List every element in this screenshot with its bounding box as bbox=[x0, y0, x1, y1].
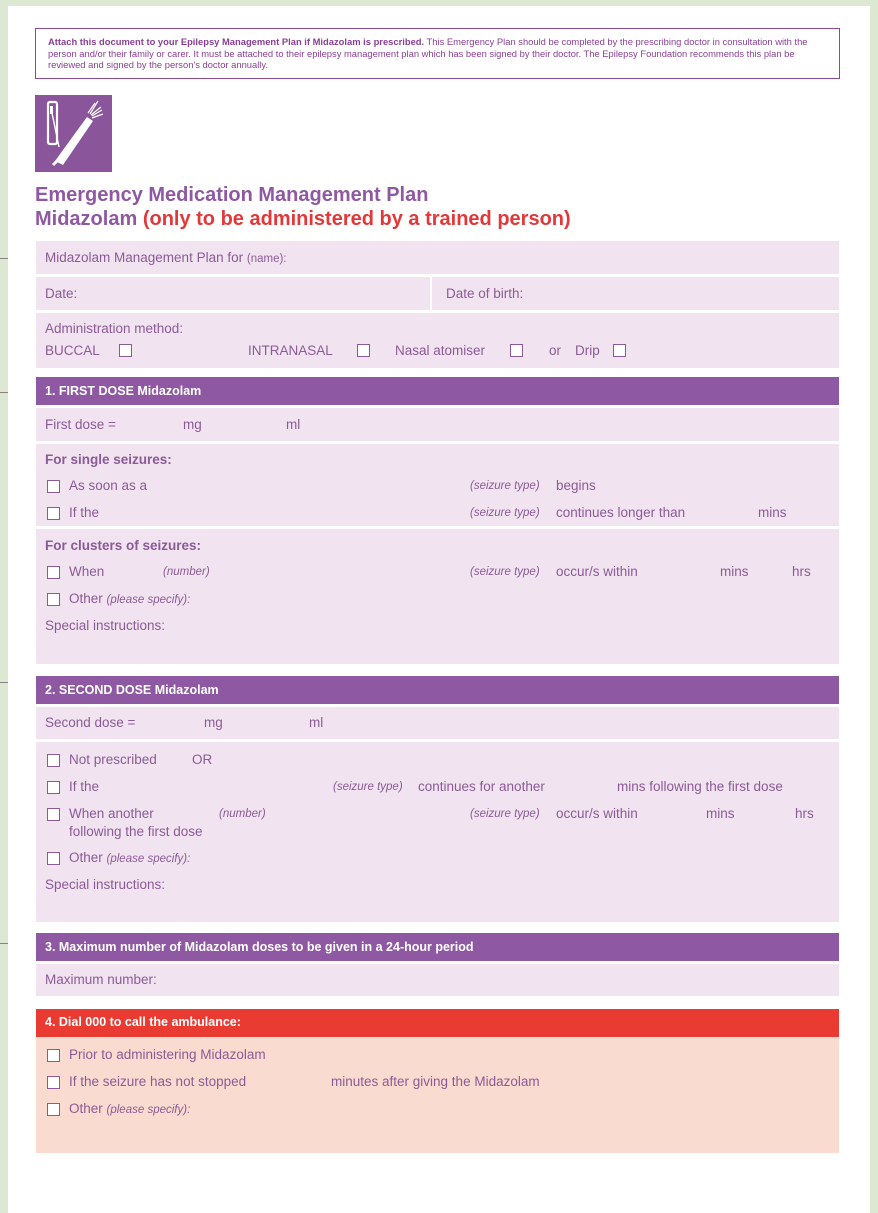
ambulance-header: 4. Dial 000 to call the ambulance: bbox=[36, 1009, 839, 1037]
when-checkbox[interactable] bbox=[47, 566, 60, 579]
max-doses-header: 3. Maximum number of Midazolam doses to … bbox=[36, 933, 839, 961]
admin-method-label: Administration method: bbox=[45, 321, 184, 336]
following-first-dose-label: following the first dose bbox=[69, 824, 203, 839]
seizure-type-hint-1: (seizure type) bbox=[470, 480, 540, 492]
warning-text: (only to be administered by a trained pe… bbox=[142, 208, 571, 230]
second-dose-mg: mg bbox=[204, 715, 223, 730]
not-prescribed-label: Not prescribed bbox=[69, 752, 157, 767]
seizure-type-hint-5: (seizure type) bbox=[470, 808, 540, 820]
name-hint: (name): bbox=[246, 253, 287, 265]
second-dose-header: 2. SECOND DOSE Midazolam bbox=[36, 676, 839, 704]
special-instructions-2[interactable]: Special instructions: bbox=[45, 877, 165, 892]
other-label-2: Other (please specify): bbox=[69, 850, 191, 865]
max-number-label: Maximum number: bbox=[45, 972, 157, 987]
or-label-2: OR bbox=[192, 752, 213, 767]
date-row: Date: Date of birth: bbox=[36, 277, 839, 310]
atomiser-label: Nasal atomiser bbox=[395, 343, 486, 358]
ambulance-block: Prior to administering Midazolam If the … bbox=[36, 1037, 839, 1153]
drip-checkbox[interactable] bbox=[613, 344, 626, 357]
seizure-type-hint-2: (seizure type) bbox=[470, 507, 540, 519]
minutes-after-label: minutes after giving the Midazolam bbox=[331, 1074, 540, 1089]
syringe-icon bbox=[35, 95, 112, 172]
first-dose-mg: mg bbox=[183, 417, 202, 432]
hrs-label-1: hrs bbox=[792, 564, 811, 579]
seizure-type-hint-3: (seizure type) bbox=[470, 566, 540, 578]
or-label: or bbox=[549, 343, 562, 358]
first-dose-label: First dose = bbox=[45, 417, 116, 432]
not-stopped-checkbox[interactable] bbox=[47, 1076, 60, 1089]
begins-label: begins bbox=[556, 478, 596, 493]
notice-bold: Attach this document to your Epilepsy Ma… bbox=[48, 36, 425, 47]
single-seizures-heading: For single seizures: bbox=[45, 452, 172, 467]
number-hint-1: (number) bbox=[163, 566, 210, 578]
mins-label-2: mins bbox=[720, 564, 749, 579]
second-dose-row[interactable]: Second dose = mg ml bbox=[36, 707, 839, 739]
date-field[interactable]: Date: bbox=[45, 286, 77, 301]
mins-following-label: mins following the first dose bbox=[617, 779, 783, 794]
form-page: Attach this document to your Epilepsy Ma… bbox=[8, 6, 870, 1213]
mins-label-1: mins bbox=[758, 505, 787, 520]
not-prescribed-checkbox[interactable] bbox=[47, 754, 60, 767]
buccal-label: BUCCAL bbox=[45, 343, 100, 358]
mins-label-3: mins bbox=[706, 806, 735, 821]
hrs-label-2: hrs bbox=[795, 806, 814, 821]
occurs-within-label-2: occur/s within bbox=[556, 806, 638, 821]
special-instructions-1[interactable]: Special instructions: bbox=[45, 618, 165, 633]
when-label: When bbox=[69, 564, 105, 579]
continues-another-label: continues for another bbox=[418, 779, 545, 794]
when-another-label: When another bbox=[69, 806, 154, 821]
clusters-block: For clusters of seizures: When (number) … bbox=[36, 529, 839, 664]
single-seizures-block: For single seizures: As soon as a (seizu… bbox=[36, 444, 839, 526]
plan-for-label: Midazolam Management Plan for bbox=[45, 250, 244, 265]
as-soon-checkbox[interactable] bbox=[47, 480, 60, 493]
as-soon-label: As soon as a bbox=[69, 478, 148, 493]
continues-longer-label: continues longer than bbox=[556, 505, 686, 520]
max-number-row[interactable]: Maximum number: bbox=[36, 964, 839, 996]
other-checkbox-2[interactable] bbox=[47, 852, 60, 865]
first-dose-header: 1. FIRST DOSE Midazolam bbox=[36, 377, 839, 405]
intranasal-checkbox[interactable] bbox=[357, 344, 370, 357]
first-dose-row[interactable]: First dose = mg ml bbox=[36, 408, 839, 441]
seizure-type-hint-4: (seizure type) bbox=[333, 781, 403, 793]
number-hint-2: (number) bbox=[219, 808, 266, 820]
notice-box: Attach this document to your Epilepsy Ma… bbox=[35, 28, 840, 79]
not-stopped-label: If the seizure has not stopped bbox=[69, 1074, 247, 1089]
if-the-label: If the bbox=[69, 505, 100, 520]
intranasal-label: INTRANASAL bbox=[248, 343, 333, 358]
clusters-heading: For clusters of seizures: bbox=[45, 538, 202, 553]
if-continues-checkbox[interactable] bbox=[47, 507, 60, 520]
prior-label: Prior to administering Midazolam bbox=[69, 1047, 266, 1062]
admin-method-row: Administration method: BUCCAL INTRANASAL… bbox=[36, 313, 839, 368]
dob-field[interactable]: Date of birth: bbox=[446, 286, 523, 301]
buccal-checkbox[interactable] bbox=[119, 344, 132, 357]
prior-checkbox[interactable] bbox=[47, 1049, 60, 1062]
first-dose-ml: ml bbox=[286, 417, 301, 432]
second-dose-conditions: Not prescribed OR If the (seizure type) … bbox=[36, 742, 839, 922]
other-label-3: Other (please specify): bbox=[69, 1101, 191, 1116]
when-another-checkbox[interactable] bbox=[47, 808, 60, 821]
other-label-1: Other (please specify): bbox=[69, 591, 191, 606]
other-checkbox-3[interactable] bbox=[47, 1103, 60, 1116]
second-dose-ml: ml bbox=[309, 715, 324, 730]
page-subtitle: Midazolam (only to be administered by a … bbox=[35, 208, 571, 230]
plan-for-row[interactable]: Midazolam Management Plan for (name): bbox=[36, 241, 839, 274]
other-checkbox-1[interactable] bbox=[47, 593, 60, 606]
occurs-within-label-1: occur/s within bbox=[556, 564, 638, 579]
second-dose-label: Second dose = bbox=[45, 715, 136, 730]
drip-label: Drip bbox=[575, 343, 600, 358]
atomiser-checkbox[interactable] bbox=[510, 344, 523, 357]
if-continues-checkbox-2[interactable] bbox=[47, 781, 60, 794]
page-title: Emergency Medication Management Plan bbox=[35, 184, 429, 206]
if-the-label-2: If the bbox=[69, 779, 100, 794]
